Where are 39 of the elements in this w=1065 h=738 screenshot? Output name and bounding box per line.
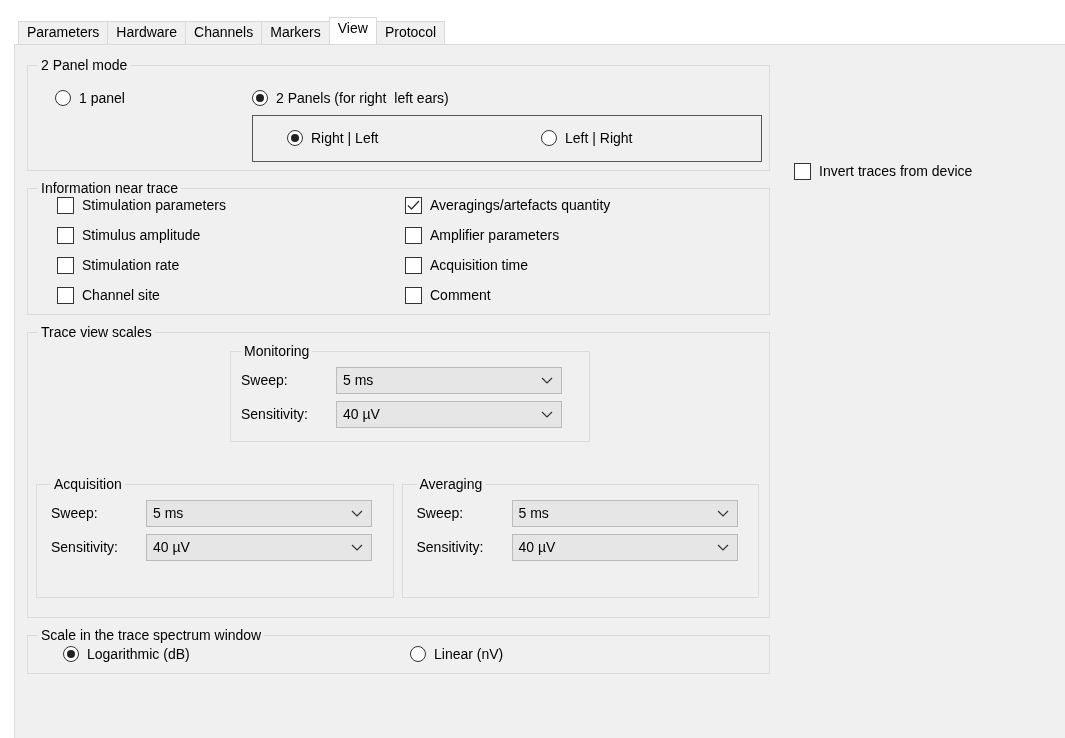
chevron-down-icon [351, 543, 363, 551]
chevron-down-icon [716, 509, 729, 517]
tab[interactable]: Markers [261, 21, 330, 44]
dropdown[interactable]: 40 µV [511, 533, 738, 561]
dropdown[interactable]: 40 µV [336, 400, 562, 428]
chevron-down-icon [541, 376, 553, 384]
dropdown[interactable]: 5 ms [511, 499, 738, 527]
checkbox-option[interactable]: Stimulus amplitude [57, 226, 405, 244]
radio-option[interactable]: Logarithmic (dB) [63, 645, 410, 663]
checkbox-option[interactable]: Stimulation rate [57, 256, 405, 274]
field-label: Sweep: [241, 371, 289, 389]
checkbox-option[interactable]: Invert traces from device [794, 163, 973, 180]
checkbox-option[interactable]: Stimulation parameters [57, 196, 405, 214]
field-label: Sensitivity: [51, 538, 119, 556]
check-icon [407, 199, 420, 211]
radio-option[interactable]: 2 Panels (for right left ears) [252, 90, 449, 107]
field-label: Sensitivity: [241, 405, 309, 423]
dropdown[interactable]: 5 ms [146, 499, 372, 527]
radio-option[interactable]: 1 panel [55, 90, 252, 107]
field-label: Sweep: [416, 504, 465, 522]
checkbox-option[interactable]: Comment [405, 286, 759, 304]
dropdown[interactable]: 40 µV [146, 533, 372, 561]
radio-option[interactable]: Linear (nV) [410, 645, 504, 663]
radio-option[interactable]: Right | Left [287, 129, 541, 147]
chevron-down-icon [351, 509, 363, 517]
checkbox-option[interactable]: Acquisition time [405, 256, 759, 274]
checkbox-option[interactable]: Amplifier parameters [405, 226, 759, 244]
dropdown[interactable]: 5 ms [336, 366, 562, 394]
tab[interactable]: Hardware [107, 21, 187, 44]
chevron-down-icon [541, 410, 553, 418]
tab[interactable]: Channels [185, 21, 263, 44]
tab[interactable]: Protocol [375, 21, 446, 44]
checkbox-option[interactable]: Channel site [57, 286, 405, 304]
radio-option[interactable]: Left | Right [541, 129, 633, 147]
tab[interactable]: Parameters [18, 21, 109, 44]
field-label: Sweep: [51, 504, 99, 522]
checkbox-option[interactable]: Averagings/artefacts quantity [405, 196, 759, 214]
field-label: Sensitivity: [416, 538, 485, 556]
chevron-down-icon [716, 543, 729, 551]
